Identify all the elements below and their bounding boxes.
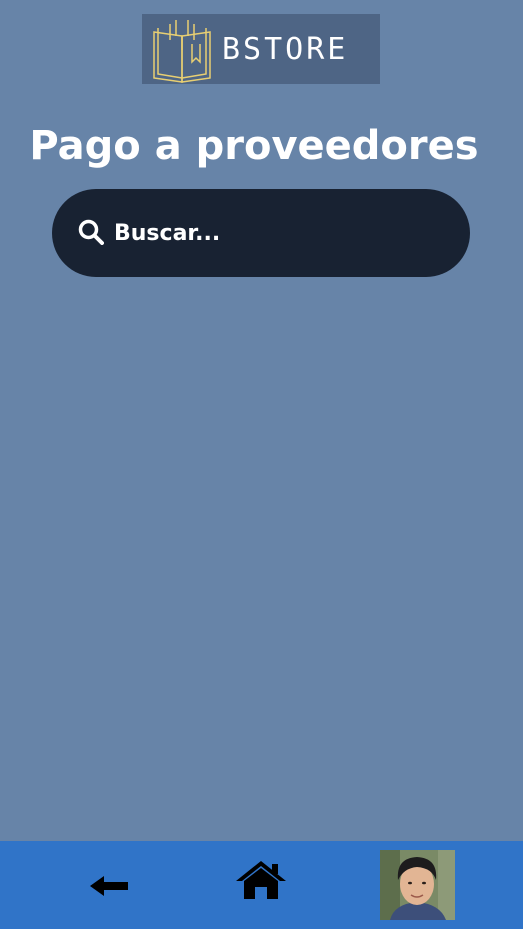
home-button[interactable] [234, 859, 288, 903]
back-button[interactable] [88, 871, 132, 901]
arrow-left-icon [90, 876, 128, 896]
user-avatar[interactable] [380, 850, 455, 920]
book-icon [153, 20, 211, 83]
search-input[interactable] [114, 213, 444, 253]
bottom-nav [0, 841, 523, 929]
logo-text: BSTORE [222, 32, 349, 67]
home-icon [236, 861, 286, 899]
page-title: Pago a proveedores [29, 122, 479, 169]
search-bar[interactable] [52, 189, 470, 277]
brand-logo: BSTORE [142, 14, 380, 84]
search-icon [78, 219, 104, 245]
user-avatar-image [380, 850, 455, 920]
